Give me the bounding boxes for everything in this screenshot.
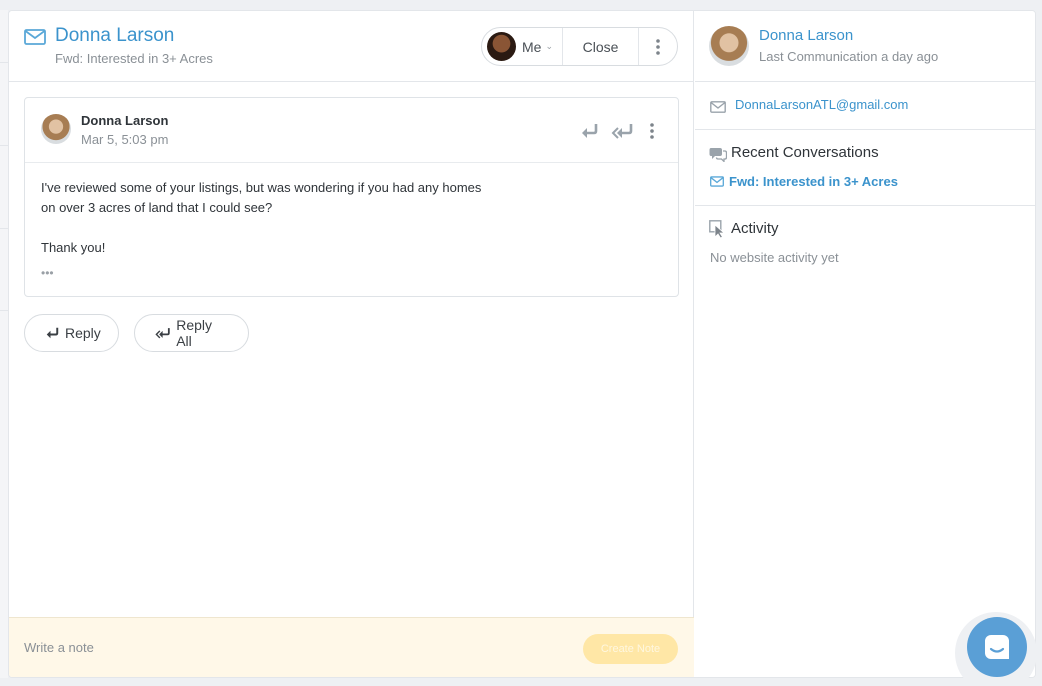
recent-conversations-title: Recent Conversations (731, 144, 879, 161)
chat-bubbles-icon (709, 148, 727, 162)
contact-name-link[interactable]: Donna Larson (759, 27, 853, 44)
more-vertical-icon (656, 38, 660, 55)
recent-conversations: Recent Conversations Fwd: Interested in … (695, 131, 1035, 206)
email-message: Donna Larson Mar 5, 5:03 pm I've reviewe… (24, 97, 679, 297)
assignee-dropdown[interactable]: Me ⌄ (482, 28, 563, 65)
recent-conversation-label: Fwd: Interested in 3+ Acres (729, 174, 898, 189)
page-title: Donna Larson (55, 25, 175, 46)
avatar (487, 32, 516, 61)
message-more-button[interactable] (645, 120, 659, 142)
email-header: Donna Larson Mar 5, 5:03 pm (25, 98, 678, 163)
conversation-window: Donna Larson Fwd: Interested in 3+ Acres… (8, 10, 1036, 678)
contact-email-link[interactable]: DonnaLarsonATL@gmail.com (735, 97, 908, 112)
conversation-header: Donna Larson Fwd: Interested in 3+ Acres… (9, 11, 694, 82)
avatar (41, 114, 71, 144)
mail-icon (24, 29, 46, 45)
activity-title: Activity (731, 220, 779, 237)
contact-email-row: DonnaLarsonATL@gmail.com (695, 83, 1035, 130)
email-body-line: on over 3 acres of land that I could see… (41, 200, 273, 215)
reply-button[interactable]: Reply (24, 314, 119, 352)
show-quoted-text-button[interactable]: ••• (41, 266, 54, 280)
sender-name: Donna Larson (81, 113, 169, 128)
reply-all-button[interactable]: Reply All (134, 314, 249, 352)
activity-section: Activity No website activity yet (695, 207, 1035, 287)
activity-empty-state: No website activity yet (710, 250, 839, 265)
create-note-button[interactable]: Create Note (583, 634, 678, 664)
reply-label: Reply (65, 325, 101, 341)
email-body-line: I've reviewed some of your listings, but… (41, 180, 482, 195)
email-body: I've reviewed some of your listings, but… (41, 178, 641, 258)
email-body-line: Thank you! (41, 240, 106, 255)
reply-all-icon (155, 328, 170, 339)
email-date: Mar 5, 5:03 pm (81, 132, 169, 147)
cursor-click-icon (709, 220, 725, 238)
mail-icon (710, 176, 724, 187)
reply-icon (582, 124, 598, 138)
note-composer: Create Note (9, 617, 694, 677)
avatar (709, 26, 749, 66)
reply-icon-button[interactable] (578, 120, 600, 142)
reply-icon (46, 327, 59, 339)
more-vertical-icon (650, 123, 654, 139)
chat-launcher-icon (985, 635, 1009, 659)
mail-icon (710, 101, 726, 113)
chat-launcher-button[interactable] (967, 617, 1027, 677)
header-more-button[interactable] (639, 28, 677, 65)
note-input[interactable] (24, 640, 564, 655)
contact-card: Donna Larson Last Communication a day ag… (695, 11, 1035, 82)
last-communication: Last Communication a day ago (759, 49, 939, 64)
reply-all-icon (611, 124, 633, 139)
conversation-subject: Fwd: Interested in 3+ Acres (55, 51, 213, 66)
header-actions: Me ⌄ Close (481, 27, 678, 66)
background-panel-edge (0, 10, 8, 678)
close-button[interactable]: Close (563, 28, 639, 65)
reply-all-label: Reply All (176, 317, 213, 349)
conversation-main: Donna Larson Fwd: Interested in 3+ Acres… (9, 11, 694, 677)
assignee-label: Me (522, 38, 542, 55)
contact-sidebar: Donna Larson Last Communication a day ag… (695, 11, 1035, 677)
recent-conversation-item[interactable]: Fwd: Interested in 3+ Acres (710, 174, 898, 189)
chevron-down-icon: ⌄ (545, 41, 553, 51)
reply-all-icon-button[interactable] (610, 120, 634, 142)
